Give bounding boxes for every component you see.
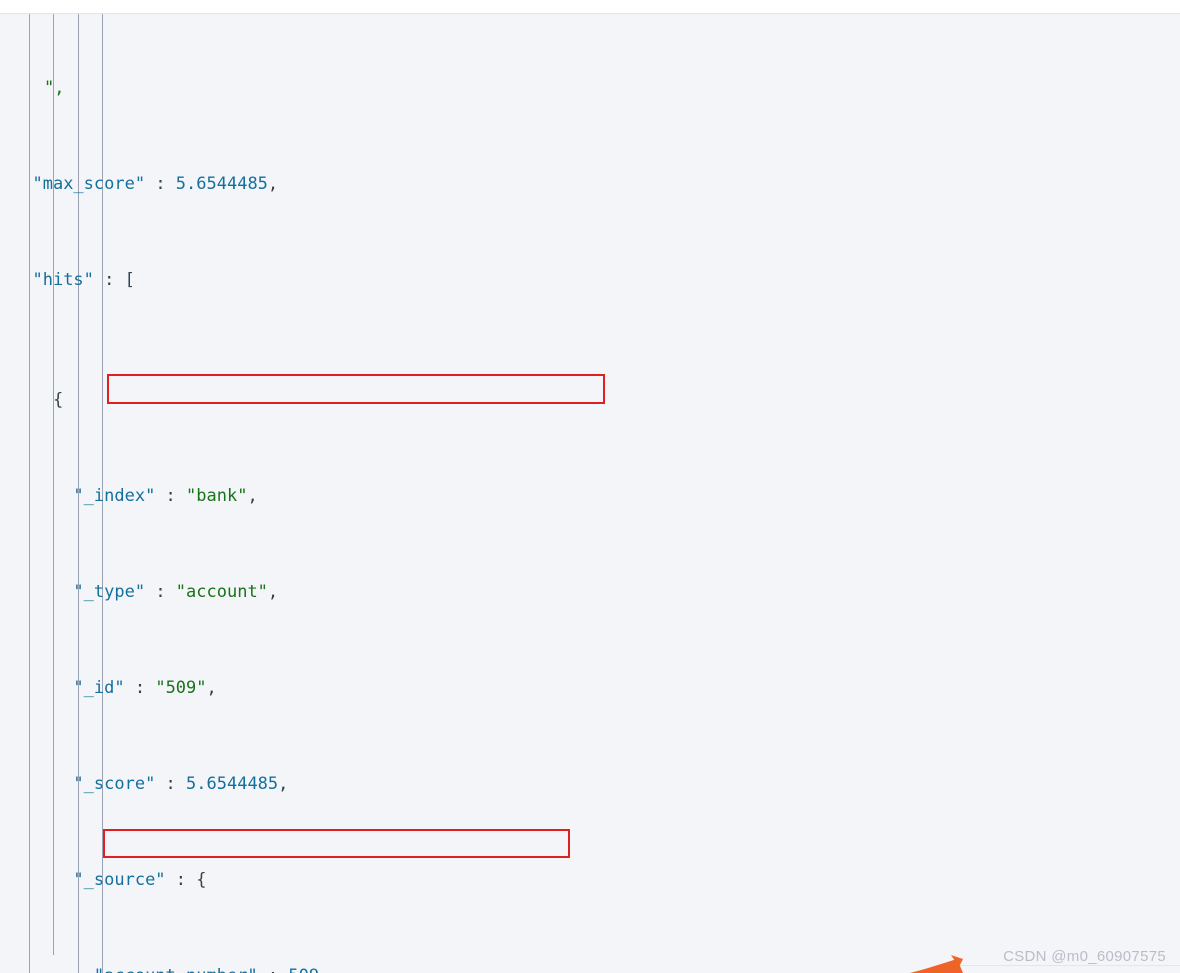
key-hits: "hits": [32, 270, 94, 290]
code-line-hits-open: "hits" : [: [0, 268, 1180, 292]
csdn-watermark: CSDN @m0_60907575: [1003, 948, 1166, 965]
json-response-viewer[interactable]: ", "max_score" : 5.6544485, "hits" : [ {…: [0, 14, 1180, 973]
hit-0-open-brace-line: {: [0, 388, 1180, 412]
code-line-max-score: "max_score" : 5.6544485,: [0, 172, 1180, 196]
key-index: "_index": [73, 486, 156, 506]
key-max-score: "max_score": [32, 174, 146, 194]
comma: ,: [278, 774, 289, 794]
value-type: "account": [175, 582, 268, 602]
hit-0-id-line: "_id" : "509",: [0, 676, 1180, 700]
colon: :: [165, 870, 197, 890]
hit-0-source-open-line: "_source" : {: [0, 868, 1180, 892]
colon: :: [155, 774, 187, 794]
key-account-number: "account_number": [94, 966, 258, 973]
value-score: 5.6544485: [186, 774, 279, 794]
open-brace: {: [52, 390, 64, 410]
colon: :: [124, 678, 156, 698]
hit-0-index-line: "_index" : "bank",: [0, 484, 1180, 508]
value-max-score: 5.6544485: [175, 174, 268, 194]
comma: ,: [247, 486, 258, 506]
truncated-fragment: ",: [44, 78, 65, 98]
colon: :: [93, 270, 125, 290]
window-top-strip: [0, 0, 1180, 13]
colon: :: [258, 966, 289, 973]
key-source: "_source": [73, 870, 166, 890]
colon: :: [145, 174, 176, 194]
key-id: "_id": [73, 678, 125, 698]
hit-0-score-line: "_score" : 5.6544485,: [0, 772, 1180, 796]
hit-0-type-line: "_type" : "account",: [0, 580, 1180, 604]
code-line-truncated: ",: [0, 76, 1180, 100]
key-score: "_score": [73, 774, 156, 794]
comma: ,: [206, 678, 217, 698]
colon: :: [145, 582, 176, 602]
open-bracket: [: [124, 270, 135, 290]
value-id: "509": [155, 678, 207, 698]
watermark-rule: [960, 965, 1180, 966]
colon: :: [155, 486, 187, 506]
value-account-number: 509: [288, 966, 319, 973]
comma: ,: [267, 582, 279, 602]
comma: ,: [319, 966, 329, 973]
json-code-block: ", "max_score" : 5.6544485, "hits" : [ {…: [0, 14, 1180, 973]
comma: ,: [267, 174, 279, 194]
open-brace: {: [196, 870, 207, 890]
orange-pointer-arrow-icon: [893, 953, 965, 973]
value-index: "bank": [186, 486, 248, 506]
key-type: "_type": [73, 582, 146, 602]
